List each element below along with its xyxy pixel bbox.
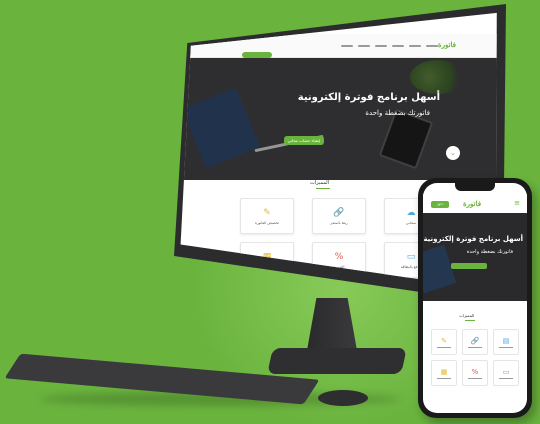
feature-label-line: [468, 346, 482, 348]
features-title: المميزات: [310, 180, 330, 186]
percent-icon: %: [334, 251, 344, 262]
pencil-icon: ✎: [441, 336, 447, 345]
link-icon: 🔗: [470, 336, 480, 345]
nav-link-6[interactable]: [341, 45, 353, 47]
phone-frame: دخول فاتورة ≡ أسهل برنامج فوترة إلكتروني…: [418, 178, 532, 418]
card-icon: ▭: [406, 251, 416, 262]
hamburger-menu-icon[interactable]: ≡: [514, 200, 520, 207]
desktop-navbar: فاتورة: [180, 34, 497, 58]
feature-label: سحابي: [405, 220, 417, 225]
mobile-features-underline: [465, 320, 475, 321]
feature-label-line: [468, 377, 482, 379]
mobile-feature-card-3[interactable]: ✎: [431, 329, 457, 355]
nav-link-1[interactable]: [426, 45, 438, 47]
calculator-image: [378, 108, 434, 170]
mobile-feature-card-4[interactable]: ▭: [493, 360, 519, 386]
card-icon: ▭: [502, 367, 510, 376]
mobile-feature-card-5[interactable]: %: [462, 360, 488, 386]
mobile-hero: أسهل برنامج فوترة إلكترونية فاتورتك بضغط…: [423, 213, 527, 301]
notebook-image: [182, 87, 260, 169]
hero-title: أسهل برنامج فوترة إلكترونية: [297, 92, 440, 103]
mobile-feature-card-1[interactable]: ▤: [493, 329, 519, 355]
scroll-down-icon[interactable]: ⌄: [446, 146, 460, 160]
mobile-header: دخول فاتورة ≡: [423, 193, 527, 211]
mobile-feature-card-6[interactable]: ▦: [431, 360, 457, 386]
desktop-hero-text: أسهل برنامج فوترة إلكترونية فاتورتك بضغط…: [298, 92, 440, 117]
link-icon: 🔗: [333, 207, 345, 218]
mobile-feature-card-2[interactable]: 🔗: [462, 329, 488, 355]
phone-notch: [455, 183, 495, 191]
mobile-features-title: المميزات: [459, 313, 475, 318]
notebook-image: [423, 244, 457, 294]
nav-link-5[interactable]: [358, 45, 370, 47]
nav-link-4[interactable]: [375, 45, 387, 47]
feature-label-line: [437, 377, 451, 379]
feature-label-line: [437, 346, 451, 348]
feature-label: ربط بالمتجر: [330, 220, 348, 225]
percent-icon: %: [471, 367, 479, 376]
mobile-hero-title: أسهل برنامج فوترة إلكترونية: [423, 235, 523, 243]
monitor-stand-base: [267, 348, 407, 374]
phone-screen: دخول فاتورة ≡ أسهل برنامج فوترة إلكتروني…: [423, 183, 527, 413]
feature-card-2[interactable]: 🔗 ربط بالمتجر: [312, 198, 366, 234]
mobile-logo[interactable]: فاتورة: [463, 199, 481, 208]
mobile-hero-subtitle: فاتورتك بضغطة واحدة: [466, 249, 513, 255]
mouse-image: [318, 390, 368, 406]
hero-cta-button[interactable]: إنشاء حساب مجاني: [284, 136, 324, 145]
mobile-features-grid: ▤ 🔗 ✎ ▭ % ▦: [431, 329, 519, 386]
feature-label: تخصيص الفاتورة: [255, 220, 279, 225]
features-underline: [316, 188, 330, 189]
nav-link-3[interactable]: [392, 45, 404, 47]
mobile-login-button[interactable]: دخول: [431, 201, 449, 208]
mobile-hero-cta-button[interactable]: [451, 263, 487, 269]
desktop-nav-links: [341, 45, 438, 47]
desktop-logo[interactable]: فاتورة: [438, 40, 456, 49]
nav-link-2[interactable]: [409, 45, 421, 47]
feature-card-3[interactable]: ✎ تخصيص الفاتورة: [240, 198, 294, 234]
feature-label-line: [499, 346, 513, 348]
chart-icon: ▦: [440, 367, 448, 376]
pencil-icon: ✎: [263, 207, 271, 218]
feature-label-line: [499, 377, 513, 379]
doc-icon: ▤: [502, 336, 510, 345]
hero-subtitle: فاتورتك بضغطة واحدة: [365, 109, 430, 117]
desktop-hero: [180, 58, 497, 180]
plant-image: [410, 60, 466, 94]
cloud-icon: ☁: [406, 207, 416, 218]
